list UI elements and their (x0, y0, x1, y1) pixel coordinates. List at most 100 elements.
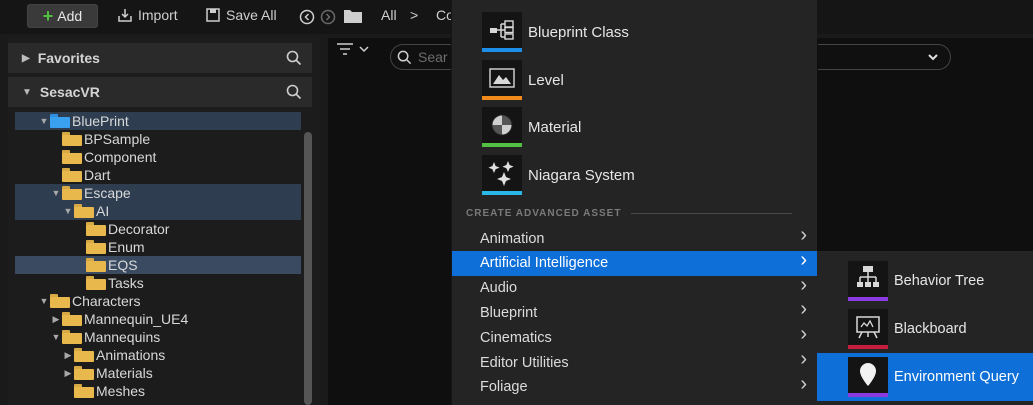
tree-item[interactable]: ▼ Mannequins (15, 328, 301, 346)
tree-item[interactable]: Decorator (15, 220, 301, 238)
blueprint-class-icon (489, 20, 515, 40)
menu-category-item[interactable]: Artificial Intelligence › (452, 248, 817, 276)
collapse-arrow-icon[interactable]: ▼ (38, 116, 50, 126)
chevron-down-icon (928, 54, 938, 61)
create-asset-item[interactable]: Material (482, 107, 812, 147)
chevron-right-icon: › (800, 248, 807, 271)
environment-query-icon (858, 362, 878, 388)
menu-category-item[interactable]: Cinematics › (452, 323, 817, 350)
asset-thumbnail (482, 155, 522, 195)
ai-submenu: Behavior Tree Blackboard Environment Query (817, 251, 1033, 405)
favorites-header[interactable]: ▶ Favorites (8, 43, 312, 73)
folder-icon (74, 384, 94, 398)
submenu-item[interactable]: Behavior Tree (817, 257, 1033, 305)
tree-item-label: Enum (108, 239, 145, 255)
folder-icon (62, 330, 82, 344)
menu-category-item[interactable]: Foliage › (452, 372, 817, 400)
import-button[interactable]: Import (117, 7, 178, 23)
tree-scrollbar[interactable] (304, 132, 312, 405)
save-icon (206, 8, 220, 22)
tree-item[interactable]: Meshes (15, 382, 301, 400)
asset-label: Material (528, 118, 582, 136)
folder-icon (62, 186, 82, 200)
chevron-right-icon: › (800, 372, 807, 395)
submenu-item[interactable]: Blackboard (817, 305, 1033, 353)
tree-item[interactable]: Enum (15, 238, 301, 256)
project-header[interactable]: ▼ SesacVR (8, 77, 312, 107)
collapse-arrow-icon[interactable]: ▼ (50, 188, 62, 198)
menu-category-item[interactable]: Animation › (452, 224, 817, 251)
tree-item[interactable]: ▼ AI (15, 202, 301, 220)
expand-arrow-icon[interactable]: ▶ (50, 314, 62, 325)
asset-color-bar (482, 191, 522, 195)
tree-item-label: Dart (84, 167, 111, 183)
breadcrumb-all[interactable]: All (381, 7, 397, 23)
tree-item[interactable]: ▶ Animations (15, 346, 301, 364)
tree-item[interactable]: ▶ Materials (15, 364, 301, 382)
expand-arrow-icon[interactable]: ▶ (62, 368, 74, 379)
back-arrow-icon[interactable] (299, 9, 315, 25)
collapse-arrow-icon[interactable]: ▼ (50, 332, 62, 342)
menu-category-item[interactable]: Audio › (452, 273, 817, 301)
folder-icon (74, 348, 94, 362)
tree-item-label: Animations (96, 347, 166, 363)
tree-item[interactable]: Tasks (15, 274, 301, 292)
folder-icon (62, 168, 82, 182)
plus-icon: + (42, 6, 54, 26)
chevron-right-icon: › (800, 323, 807, 346)
submenu-item-label: Blackboard (894, 321, 967, 337)
folder-icon (86, 222, 106, 236)
divider (631, 212, 792, 214)
menu-category-label: Audio (480, 280, 518, 297)
forward-arrow-icon[interactable] (320, 9, 336, 25)
expand-arrow-icon[interactable]: ▶ (62, 350, 74, 361)
menu-category-item[interactable]: Blueprint › (452, 298, 817, 325)
tree-item-label: BPSample (84, 131, 151, 147)
tree-item[interactable]: ▼ Escape (15, 184, 301, 202)
advanced-asset-header-label: CREATE ADVANCED ASSET (466, 207, 622, 219)
tree-item-label: BluePrint (72, 113, 129, 129)
folder-tree: ▼ BluePrint BPSample Component Dart ▼ Escape ▼ A… (15, 108, 301, 405)
submenu-item-label: Behavior Tree (894, 273, 985, 289)
asset-search-input[interactable]: Sear (390, 44, 452, 70)
favorites-label: Favorites (37, 50, 100, 66)
advanced-asset-header: CREATE ADVANCED ASSET (466, 205, 806, 221)
create-asset-item[interactable]: Niagara System (482, 155, 812, 195)
asset-thumbnail (482, 12, 522, 52)
add-label: Add (57, 8, 83, 24)
tree-item[interactable]: Dart (15, 166, 301, 184)
tree-item-label: Decorator (108, 221, 170, 237)
search-icon[interactable] (286, 84, 302, 100)
tree-item[interactable]: ▶ Mannequin_UE4 (15, 310, 301, 328)
collapse-arrow-icon[interactable]: ▼ (62, 206, 74, 216)
menu-category-label: Blueprint (480, 304, 538, 321)
search-placeholder: Sear (418, 49, 448, 65)
submenu-item[interactable]: Environment Query (817, 353, 1033, 401)
folder-icon (62, 150, 82, 164)
submenu-item-label: Environment Query (894, 369, 1019, 385)
collapse-arrow-icon[interactable]: ▼ (38, 296, 50, 306)
tree-item[interactable]: Component (15, 148, 301, 166)
tree-item-label: Characters (72, 293, 141, 309)
asset-label: Level (528, 71, 564, 89)
tree-item[interactable]: ▼ BluePrint (15, 112, 301, 130)
filter-button[interactable] (336, 42, 370, 56)
create-asset-item[interactable]: Level (482, 60, 812, 100)
chevron-right-icon: › (800, 273, 807, 296)
add-asset-menu: CREATE ADVANCED ASSET Blueprint Class Lev… (451, 0, 817, 405)
tree-item-label: Materials (96, 365, 153, 381)
save-all-button[interactable]: Save All (205, 7, 277, 23)
search-icon[interactable] (286, 50, 302, 66)
project-label: SesacVR (39, 84, 100, 100)
tree-item[interactable]: BPSample (15, 130, 301, 148)
create-asset-item[interactable]: Blueprint Class (482, 12, 812, 52)
tree-item-label: Component (84, 149, 157, 165)
tree-item[interactable]: EQS (15, 256, 301, 274)
search-dropdown[interactable] (818, 44, 951, 70)
tree-item[interactable]: ▼ Characters (15, 292, 301, 310)
blackboard-icon (855, 315, 881, 339)
asset-thumbnail (848, 261, 888, 301)
menu-category-label: Foliage (480, 379, 528, 396)
menu-category-item[interactable]: Editor Utilities › (452, 348, 817, 375)
add-button[interactable]: + Add (27, 4, 98, 28)
